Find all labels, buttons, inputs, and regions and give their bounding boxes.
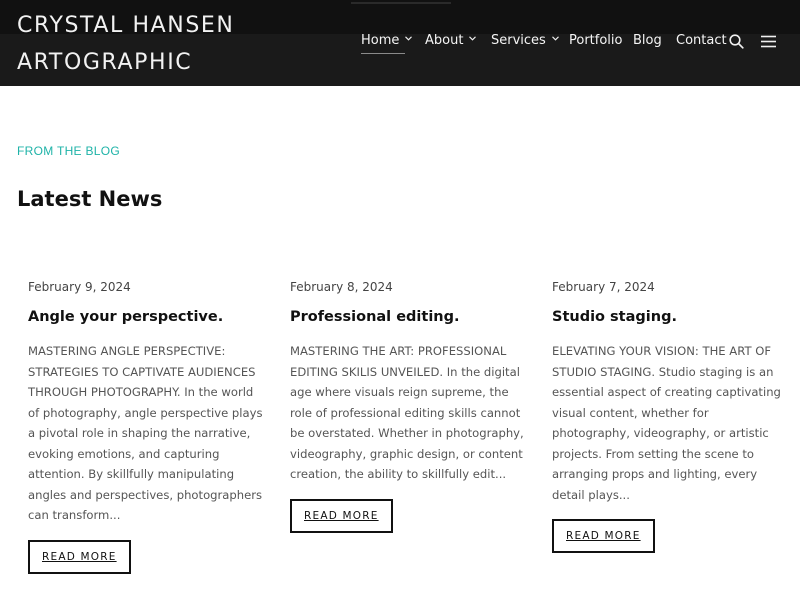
post-date: February 9, 2024: [28, 280, 131, 294]
read-more-button[interactable]: READ MORE: [290, 498, 393, 533]
sidebar-toggle-icon: [761, 35, 776, 48]
nav-blog-label: Blog: [633, 33, 662, 48]
logo-line-1: CRYSTAL HANSEN: [17, 13, 235, 38]
search-button[interactable]: [729, 34, 744, 49]
section-title: Latest News: [17, 187, 163, 211]
search-icon: [729, 34, 744, 49]
nav-contact-label: Contact: [676, 33, 727, 48]
blog-card: February 9, 2024 Angle your perspective.…: [28, 280, 264, 574]
top-indicator: [351, 2, 451, 4]
nav-services-label: Services: [491, 33, 546, 48]
sidebar-toggle-button[interactable]: [760, 35, 777, 48]
nav-about-label: About: [425, 33, 464, 48]
post-title[interactable]: Studio staging.: [552, 308, 788, 326]
post-excerpt: MASTERING ANGLE PERSPECTIVE: STRATEGIES …: [28, 344, 263, 522]
read-more-button[interactable]: READ MORE: [552, 519, 655, 553]
chevron-down-icon: [551, 36, 559, 42]
site-header: CRYSTAL HANSEN ARTOGRAPHIC Home About Se…: [0, 0, 800, 86]
post-title[interactable]: Angle your perspective.: [28, 308, 264, 326]
nav-item-home[interactable]: Home: [361, 33, 413, 51]
blog-card: February 8, 2024 Professional editing. M…: [290, 280, 526, 533]
nav-item-about[interactable]: About: [425, 33, 477, 51]
blog-card: February 7, 2024 Studio staging. ELEVATI…: [552, 280, 788, 553]
site-logo[interactable]: CRYSTAL HANSEN ARTOGRAPHIC: [17, 7, 347, 81]
post-excerpt: MASTERING THE ART: PROFESSIONAL EDITING …: [290, 344, 524, 481]
chevron-down-icon: [405, 36, 413, 42]
chevron-down-icon: [469, 36, 477, 42]
nav-active-underline: [361, 53, 405, 54]
nav-portfolio-label: Portfolio: [569, 33, 623, 48]
nav-item-blog[interactable]: Blog: [633, 33, 662, 51]
section-eyebrow: FROM THE BLOG: [17, 144, 121, 158]
nav-home-label: Home: [361, 33, 400, 48]
post-date: February 8, 2024: [290, 280, 393, 294]
nav-item-contact[interactable]: Contact: [676, 33, 727, 51]
post-excerpt: ELEVATING YOUR VISION: THE ART OF STUDIO…: [552, 344, 781, 502]
read-more-button[interactable]: READ MORE: [28, 539, 131, 574]
nav-item-services[interactable]: Services: [491, 33, 559, 51]
post-date: February 7, 2024: [552, 280, 655, 294]
post-title[interactable]: Professional editing.: [290, 308, 526, 326]
logo-line-2: ARTOGRAPHIC: [17, 50, 193, 75]
nav-item-portfolio[interactable]: Portfolio: [569, 33, 622, 51]
